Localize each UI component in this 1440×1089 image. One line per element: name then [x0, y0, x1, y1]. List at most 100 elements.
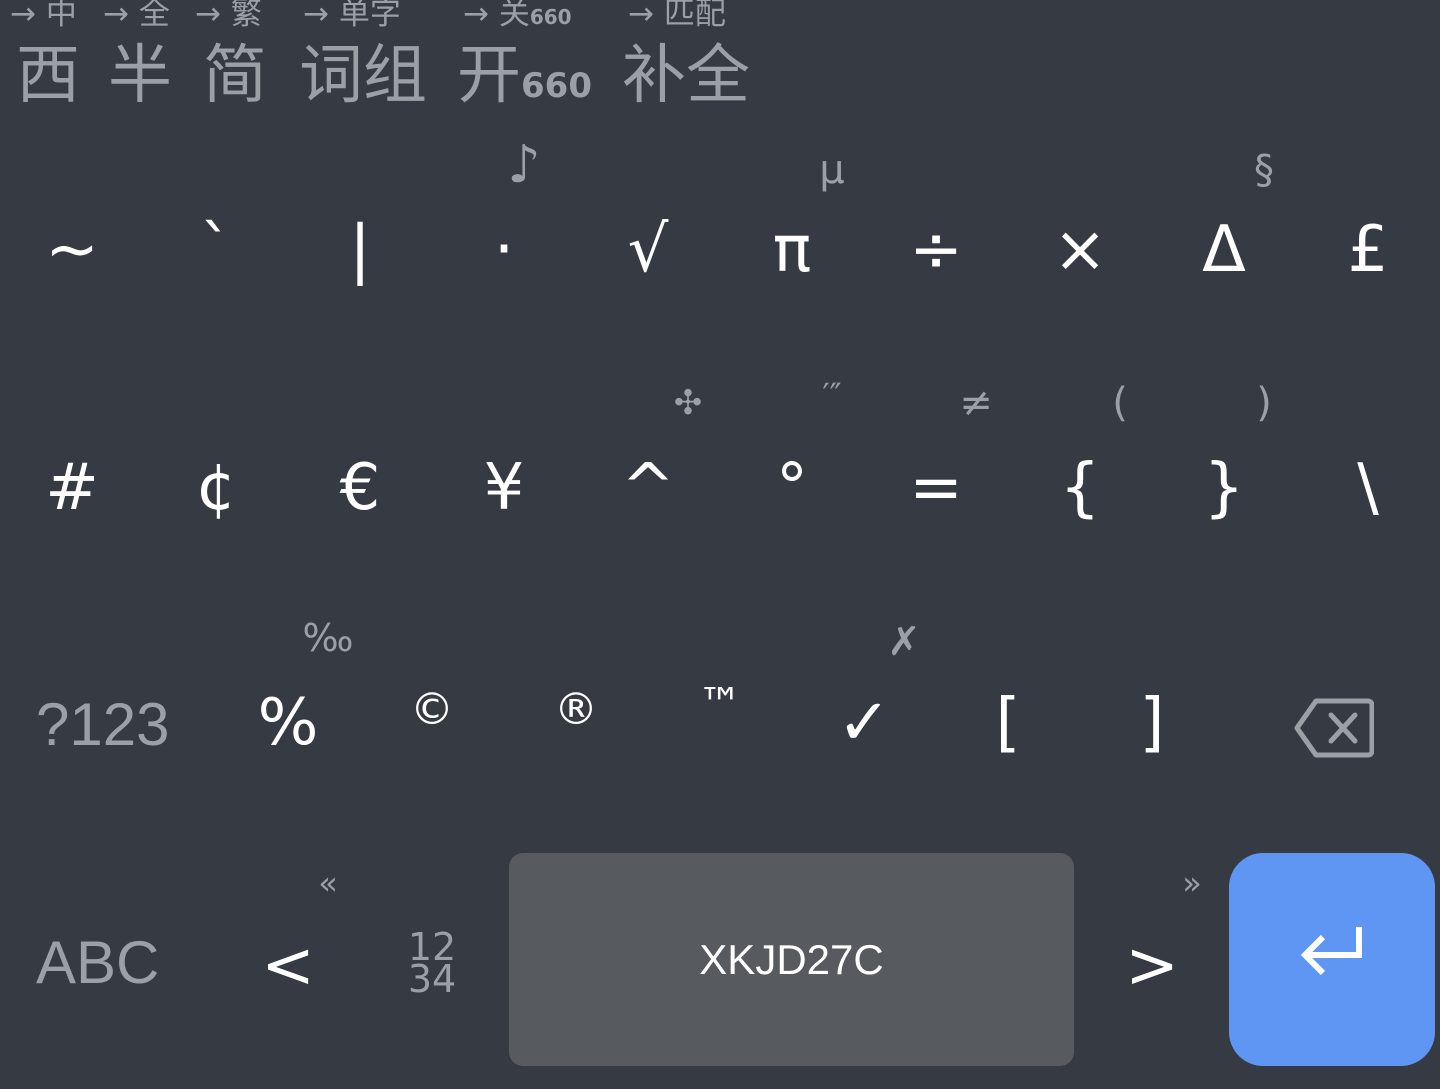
key-label: ^: [621, 451, 675, 525]
key-trademark[interactable]: ™: [648, 605, 792, 840]
key-bracket-close[interactable]: ]: [1080, 605, 1224, 840]
key-label: ~: [45, 213, 99, 287]
key-label: ABC: [36, 929, 160, 996]
key-label: π: [772, 213, 812, 287]
key-pound[interactable]: £: [1296, 130, 1440, 365]
key-brace-open[interactable]: ( {: [1008, 370, 1152, 605]
move-icon: ✣: [673, 383, 703, 423]
key-label: |: [349, 213, 371, 287]
key-euro[interactable]: €: [288, 370, 432, 605]
key-registered[interactable]: ®: [504, 605, 648, 840]
backspace-icon: [1294, 698, 1374, 758]
key-alt: ≠: [959, 380, 993, 426]
toggle-script-hint: → 繁: [195, 0, 262, 32]
toggle-width-hint: → 全: [103, 0, 170, 32]
key-alt: »: [1182, 864, 1202, 902]
toggle-language-label: 西: [16, 39, 80, 113]
toggle-completion-hint: → 匹配: [628, 0, 726, 32]
key-sqrt[interactable]: √: [576, 130, 720, 365]
toggle-on-off[interactable]: → 关660 开660: [457, 0, 603, 120]
key-alt: (: [1112, 380, 1128, 426]
key-cursor-right[interactable]: » >: [1080, 848, 1224, 1083]
toggle-width-label: 半: [108, 39, 172, 113]
key-bracket-open[interactable]: [: [936, 605, 1080, 840]
toggle-script[interactable]: → 繁 简: [195, 0, 285, 120]
key-label: ©: [410, 684, 454, 735]
key-label: ×: [1053, 213, 1107, 287]
key-cursor-left[interactable]: « <: [216, 848, 360, 1083]
key-label: `: [200, 213, 232, 287]
toolbar: → 中 西 → 全 半 → 繁 简 → 单字 词组 → 关660 开660 → …: [0, 0, 1440, 125]
toggle-width[interactable]: → 全 半: [103, 0, 183, 120]
space-bar[interactable]: XKJD27C: [509, 853, 1074, 1066]
key-yen[interactable]: ¥: [432, 370, 576, 605]
key-label: >: [1125, 929, 1179, 1003]
toggle-completion[interactable]: → 匹配 补全: [622, 0, 758, 120]
key-pipe[interactable]: |: [288, 130, 432, 365]
key-label: ¥: [483, 451, 525, 525]
key-check[interactable]: ✗ ✓: [792, 605, 936, 840]
key-multiply[interactable]: ×: [1008, 130, 1152, 365]
key-alt: µ: [819, 147, 845, 193]
key-label: }: [1203, 451, 1245, 525]
key-alt: ✗: [887, 619, 921, 665]
toggle-completion-label: 补全: [622, 39, 750, 113]
key-percent[interactable]: ‰ %: [216, 605, 360, 840]
key-label: ✓: [837, 686, 891, 760]
key-alt: «: [318, 864, 338, 902]
key-label: \: [1357, 451, 1379, 525]
key-label: [: [995, 686, 1021, 760]
toggle-script-label: 简: [203, 39, 267, 113]
key-label: ®: [554, 684, 598, 735]
key-label: ]: [1139, 686, 1165, 760]
key-middle-dot[interactable]: ♪ ·: [432, 130, 576, 365]
enter-arrow-icon: [1300, 927, 1362, 976]
key-divide[interactable]: ÷: [864, 130, 1008, 365]
toggle-phrase[interactable]: → 单字 词组: [299, 0, 438, 120]
key-label: %: [257, 686, 319, 760]
numpad-bottom: 34: [407, 957, 457, 1001]
key-label: ?123: [36, 691, 170, 758]
toggle-phrase-label: 词组: [299, 39, 427, 113]
key-label: ·: [493, 213, 515, 287]
key-backtick[interactable]: `: [144, 130, 288, 365]
key-label: √: [627, 213, 669, 287]
key-copyright[interactable]: ©: [360, 605, 504, 840]
key-backslash[interactable]: \: [1296, 370, 1440, 605]
enter-key[interactable]: [1229, 853, 1435, 1066]
key-hash[interactable]: #: [0, 370, 144, 605]
key-label: {: [1059, 451, 1101, 525]
key-alt: ‰: [302, 616, 354, 660]
key-label: =: [909, 451, 963, 525]
key-label: Δ: [1202, 213, 1246, 287]
key-degree[interactable]: ′″ °: [720, 370, 864, 605]
key-alt: ′″: [822, 376, 842, 414]
key-alt: ♪: [507, 135, 541, 195]
key-pi[interactable]: µ π: [720, 130, 864, 365]
key-symbols-toggle[interactable]: ?123: [36, 605, 180, 840]
toggle-on-off-label: 开660: [457, 39, 592, 113]
toggle-on-off-hint: → 关660: [463, 0, 572, 32]
key-label: ™: [698, 679, 742, 730]
keyboard: → 中 西 → 全 半 → 繁 简 → 单字 词组 → 关660 开660 → …: [0, 0, 1440, 1089]
key-label: #: [45, 451, 99, 525]
key-cent[interactable]: ¢: [144, 370, 288, 605]
key-alt: §: [1254, 147, 1274, 193]
toggle-language[interactable]: → 中 西: [10, 0, 90, 120]
key-label: <: [261, 929, 315, 1003]
key-brace-close[interactable]: ) }: [1152, 370, 1296, 605]
key-label: ¢: [195, 451, 237, 525]
key-caret[interactable]: ✣ ^: [576, 370, 720, 605]
key-delta[interactable]: § Δ: [1152, 130, 1296, 365]
key-numpad[interactable]: 12 34: [360, 848, 504, 1083]
key-label: £: [1347, 213, 1389, 287]
backspace-key[interactable]: [1260, 605, 1404, 840]
key-alt: ): [1256, 380, 1272, 426]
key-label: ÷: [909, 213, 963, 287]
key-label: €: [339, 451, 381, 525]
key-label: °: [776, 451, 808, 525]
toggle-language-hint: → 中: [10, 0, 77, 32]
key-tilde[interactable]: ~: [0, 130, 144, 365]
key-abc[interactable]: ABC: [36, 848, 196, 1083]
key-equals[interactable]: ≠ =: [864, 370, 1008, 605]
